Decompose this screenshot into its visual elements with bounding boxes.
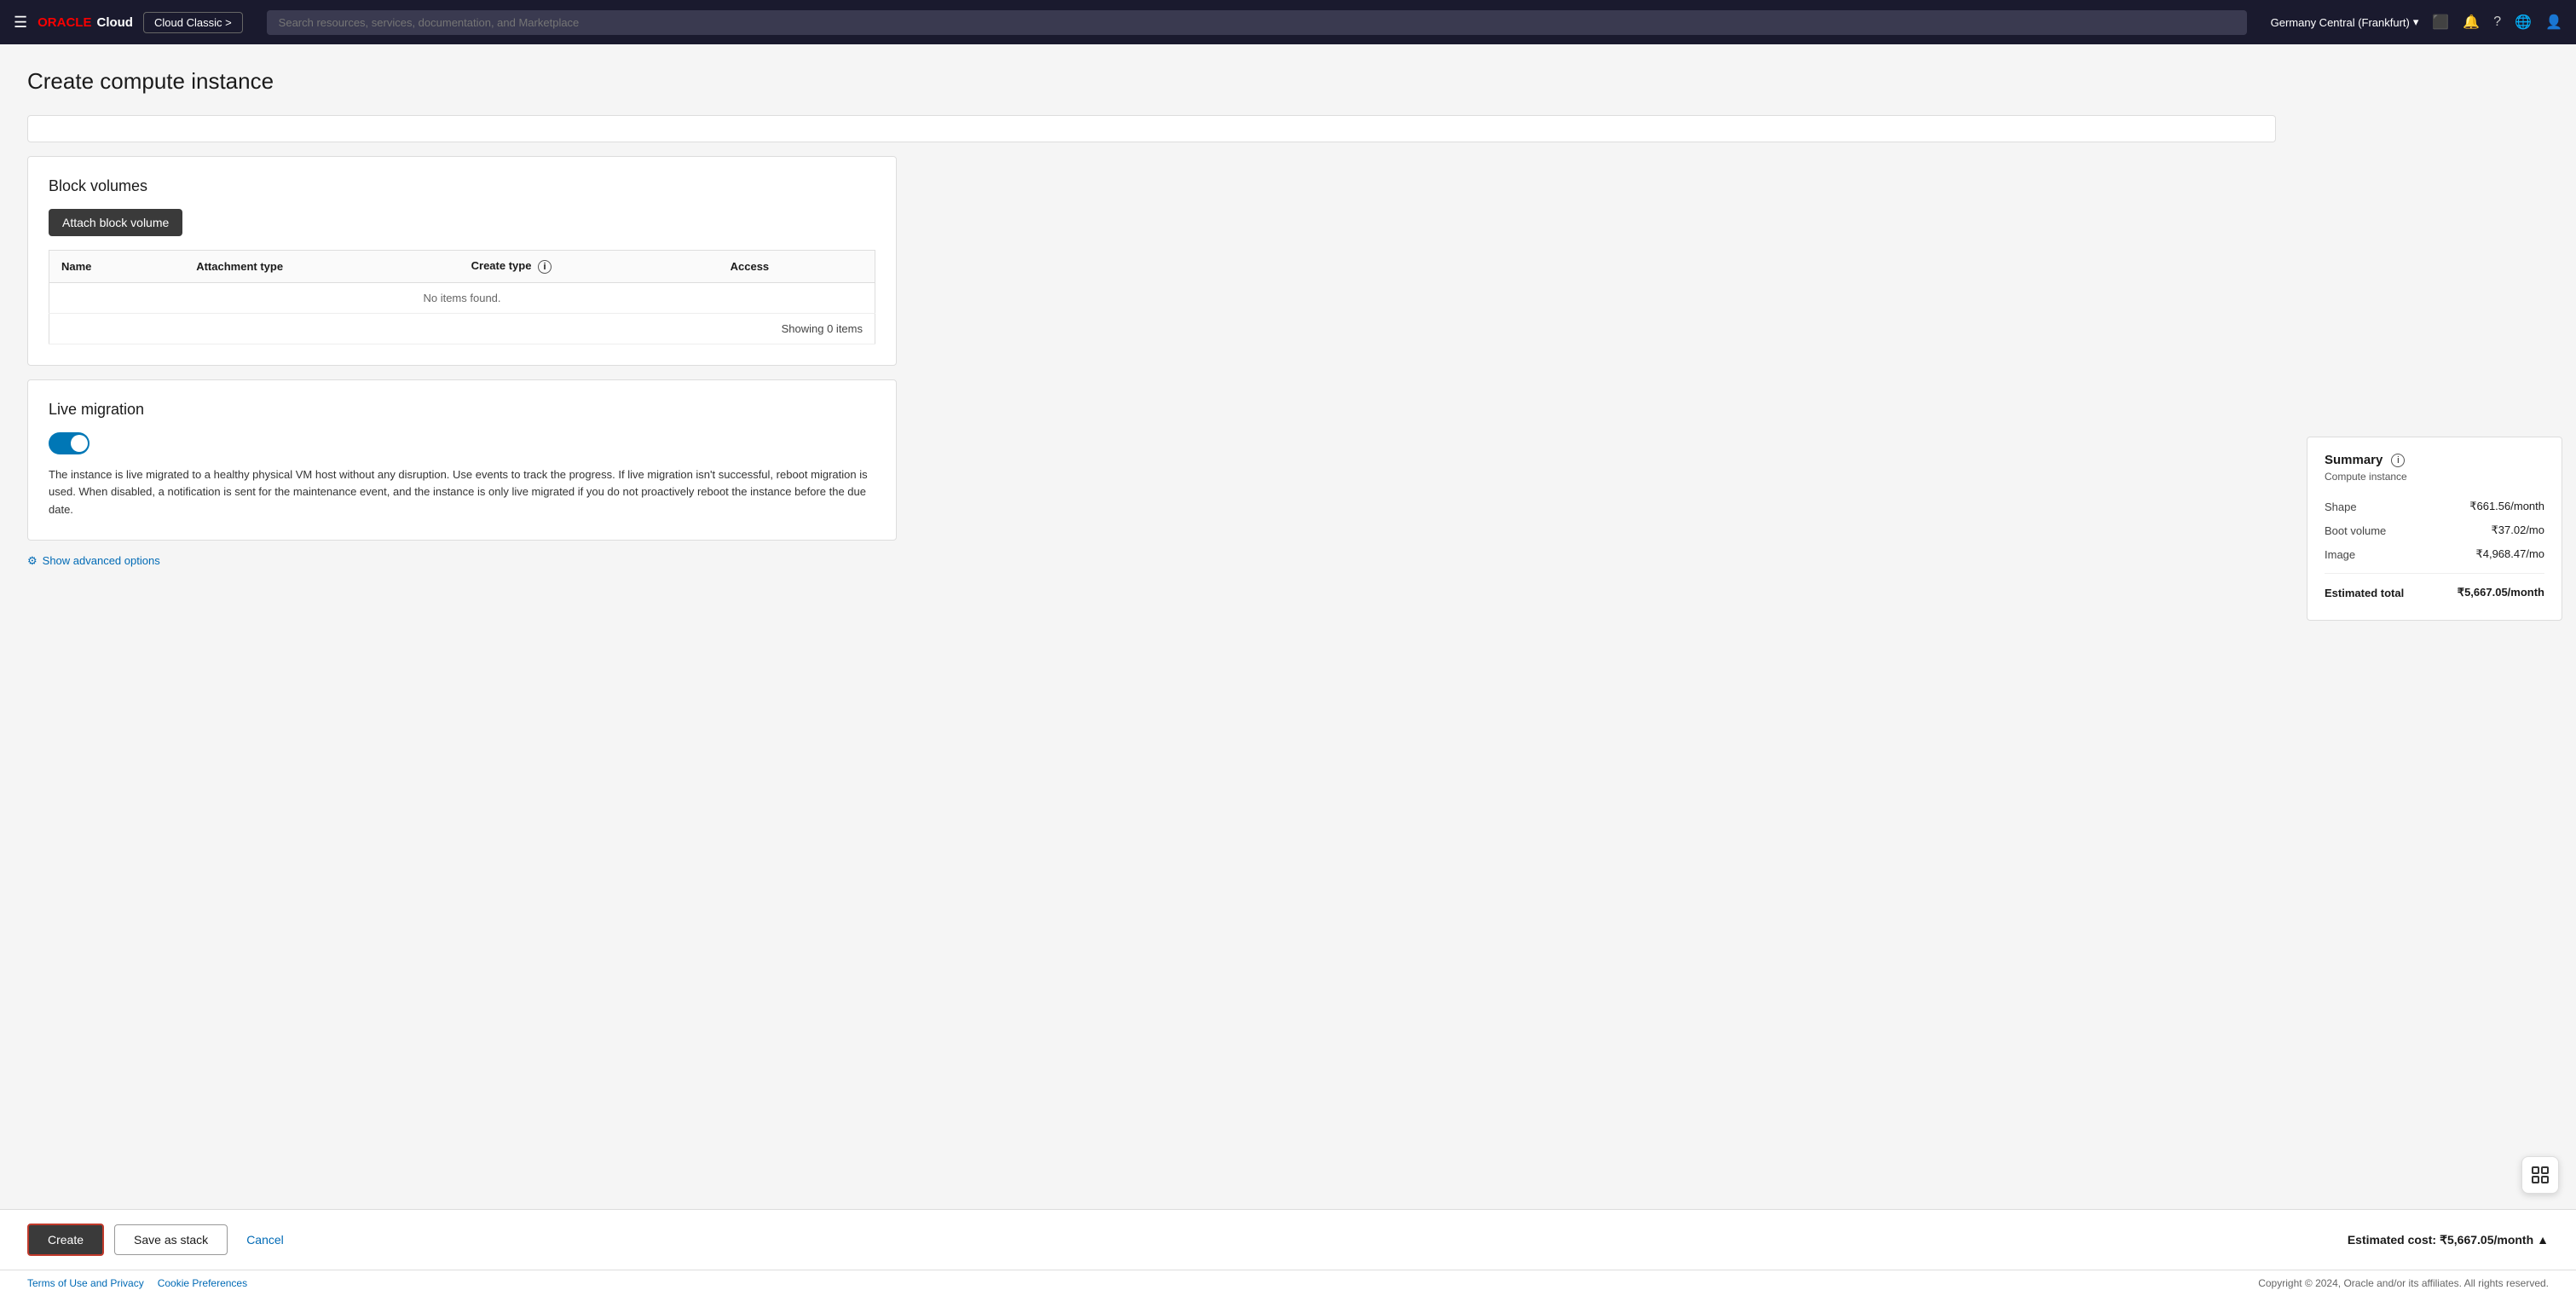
page-footer: Terms of Use and Privacy Cookie Preferen… [0, 1270, 2576, 1296]
region-label: Germany Central (Frankfurt) [2271, 16, 2410, 29]
user-profile-icon[interactable]: 👤 [2545, 14, 2562, 31]
search-input[interactable] [267, 10, 2247, 35]
col-create-type: Create type i [459, 251, 719, 283]
summary-total-row: Estimated total ₹5,667.05/month [2325, 581, 2544, 605]
summary-shape-label: Shape [2325, 500, 2357, 513]
cloud-text: Cloud [96, 15, 133, 30]
right-panel: Summary i Compute instance Shape ₹661.56… [2303, 44, 2576, 1209]
summary-subtitle: Compute instance [2325, 471, 2544, 483]
estimated-cost-value: ₹5,667.05/month [2440, 1233, 2533, 1247]
summary-title: Summary [2325, 453, 2383, 467]
summary-boot-volume-row: Boot volume ₹37.02/mo [2325, 518, 2544, 542]
block-volumes-card: Block volumes Attach block volume Name A… [27, 156, 897, 366]
save-as-stack-button[interactable]: Save as stack [114, 1224, 228, 1255]
nav-right-controls: Germany Central (Frankfurt) ▾ ⬛ 🔔 ? 🌐 👤 [2271, 14, 2562, 31]
footer-bar: Create Save as stack Cancel Estimated co… [0, 1209, 2576, 1270]
live-migration-description: The instance is live migrated to a healt… [49, 466, 875, 519]
attach-block-volume-button[interactable]: Attach block volume [49, 209, 182, 236]
cancel-button[interactable]: Cancel [238, 1225, 292, 1254]
summary-divider [2325, 573, 2544, 574]
col-access: Access [719, 251, 875, 283]
summary-shape-value: ₹661.56/month [2469, 500, 2544, 513]
live-migration-card: Live migration The instance is live migr… [27, 379, 897, 541]
show-advanced-options-link[interactable]: ⚙ Show advanced options [27, 554, 2276, 568]
summary-image-row: Image ₹4,968.47/mo [2325, 542, 2544, 566]
top-nav: ☰ ORACLE Cloud Cloud Classic > Germany C… [0, 0, 2576, 44]
summary-header: Summary i [2325, 453, 2544, 467]
copyright-text: Copyright © 2024, Oracle and/or its affi… [2258, 1277, 2549, 1289]
showing-items-row: Showing 0 items [49, 313, 875, 344]
help-widget[interactable] [2521, 1156, 2559, 1194]
summary-total-value: ₹5,667.05/month [2458, 586, 2544, 599]
sliders-icon: ⚙ [27, 554, 38, 568]
create-button[interactable]: Create [27, 1224, 104, 1256]
live-migration-toggle[interactable] [49, 432, 90, 454]
live-migration-title: Live migration [49, 401, 875, 419]
main-content: Create compute instance Block volumes At… [0, 44, 2303, 1209]
col-attachment-type: Attachment type [184, 251, 459, 283]
oracle-text: ORACLE [38, 15, 91, 30]
summary-boot-volume-value: ₹37.02/mo [2492, 524, 2544, 537]
notifications-icon[interactable]: 🔔 [2463, 14, 2480, 31]
terms-link[interactable]: Terms of Use and Privacy [27, 1277, 144, 1289]
region-dropdown-icon: ▾ [2413, 15, 2419, 29]
create-type-info-icon[interactable]: i [538, 260, 552, 274]
no-items-row: No items found. [49, 282, 875, 313]
live-migration-toggle-row [49, 432, 875, 454]
block-volumes-title: Block volumes [49, 177, 875, 195]
language-icon[interactable]: 🌐 [2515, 14, 2532, 31]
summary-image-label: Image [2325, 548, 2355, 561]
cookie-preferences-link[interactable]: Cookie Preferences [158, 1277, 247, 1289]
estimated-cost-arrow-icon: ▲ [2537, 1233, 2549, 1247]
summary-image-value: ₹4,968.47/mo [2475, 547, 2544, 561]
cloud-shell-icon[interactable]: ⬛ [2432, 14, 2449, 31]
summary-boot-volume-label: Boot volume [2325, 524, 2386, 537]
block-volumes-table: Name Attachment type Create type i Acces… [49, 250, 875, 344]
page-title: Create compute instance [27, 68, 2276, 95]
summary-shape-row: Shape ₹661.56/month [2325, 495, 2544, 518]
oracle-logo: ORACLE Cloud [38, 15, 133, 30]
summary-info-icon[interactable]: i [2391, 454, 2405, 467]
scrolled-top-card [27, 115, 2276, 142]
page-wrapper: Create compute instance Block volumes At… [0, 44, 2576, 1209]
region-selector[interactable]: Germany Central (Frankfurt) ▾ [2271, 15, 2419, 29]
show-advanced-label: Show advanced options [43, 554, 160, 567]
col-name: Name [49, 251, 185, 283]
search-container [267, 10, 2247, 35]
hamburger-icon[interactable]: ☰ [14, 14, 27, 32]
footer-left-links: Terms of Use and Privacy Cookie Preferen… [27, 1277, 247, 1289]
help-icon[interactable]: ? [2493, 14, 2501, 30]
toggle-slider [49, 432, 90, 454]
summary-total-label: Estimated total [2325, 587, 2404, 599]
footer-estimated-cost: Estimated cost: ₹5,667.05/month ▲ [2348, 1233, 2549, 1247]
cloud-classic-button[interactable]: Cloud Classic > [143, 12, 243, 33]
estimated-cost-label: Estimated cost: [2348, 1233, 2436, 1247]
summary-card: Summary i Compute instance Shape ₹661.56… [2307, 437, 2562, 621]
